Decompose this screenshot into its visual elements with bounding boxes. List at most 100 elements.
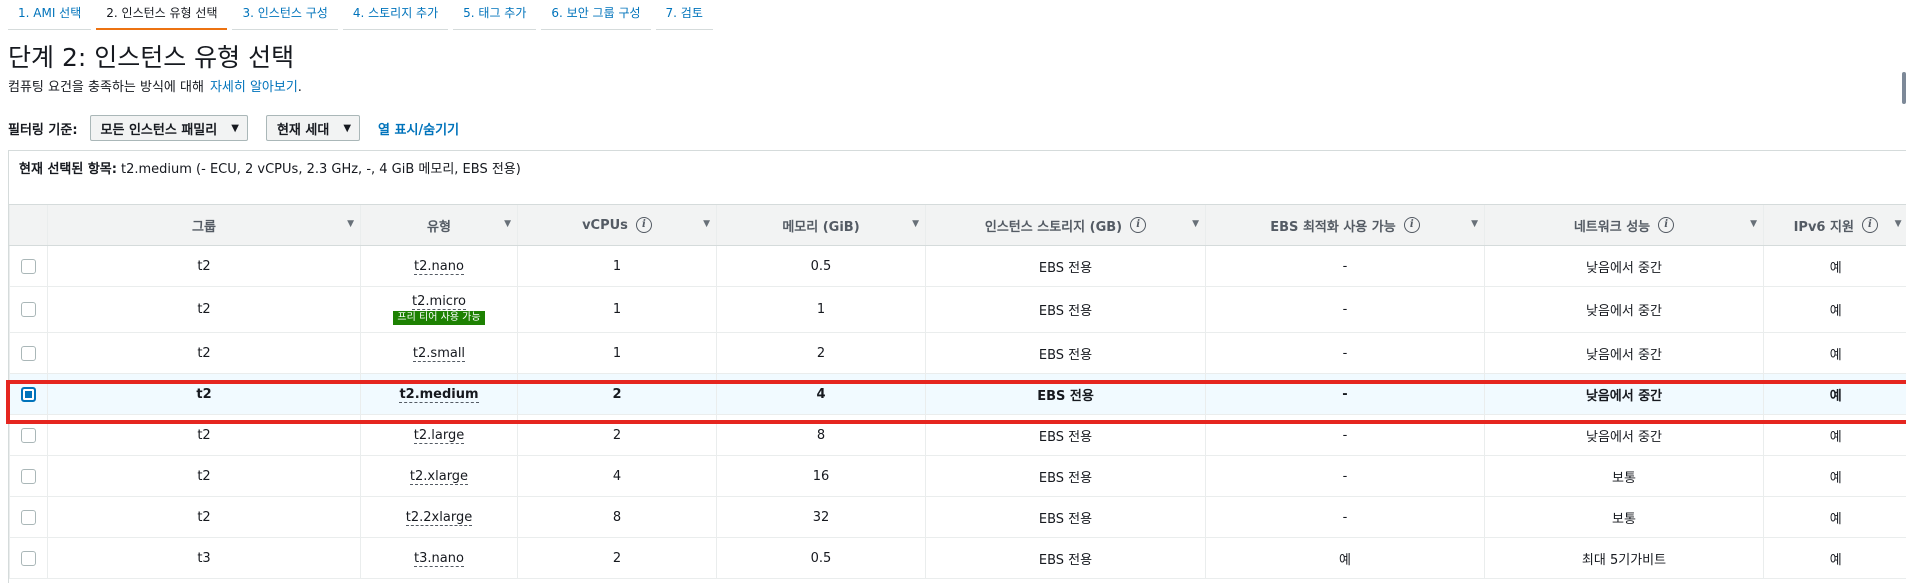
column-header-storage[interactable]: 인스턴스 스토리지 (GB)i▼ xyxy=(926,205,1206,246)
cell-memory: 0.5 xyxy=(717,538,926,579)
sort-icon[interactable]: ▼ xyxy=(1471,219,1478,229)
row-checkbox[interactable] xyxy=(21,469,36,484)
table-row[interactable]: t2 t2.xlarge 4 16 EBS 전용 - 보통 예 xyxy=(10,456,1906,497)
sort-icon[interactable]: ▼ xyxy=(703,219,710,229)
instance-family-select[interactable]: 모든 인스턴스 패밀리 ▼ xyxy=(90,115,248,141)
cell-storage: EBS 전용 xyxy=(926,333,1206,374)
page-subtitle: 컴퓨팅 요건을 충족하는 방식에 대해자세히 알아보기. xyxy=(8,76,302,95)
column-label: 네트워크 성능 xyxy=(1574,216,1650,235)
info-icon[interactable]: i xyxy=(1404,217,1420,233)
row-checkbox[interactable] xyxy=(21,428,36,443)
row-select-cell xyxy=(10,246,48,287)
instance-type-link[interactable]: t2.large xyxy=(414,428,464,444)
sort-icon[interactable]: ▼ xyxy=(347,219,354,229)
step-add-tags[interactable]: 5. 태그 추가 xyxy=(453,0,536,30)
column-label: 유형 xyxy=(427,216,451,235)
step-security-group[interactable]: 6. 보안 그룹 구성 xyxy=(541,0,650,30)
table-row[interactable]: t2 t2.2xlarge 8 32 EBS 전용 - 보통 예 xyxy=(10,497,1906,538)
table-row[interactable]: t2 t2.large 2 8 EBS 전용 - 낮음에서 중간 예 xyxy=(10,415,1906,456)
cell-group: t2 xyxy=(48,287,361,333)
column-header-network[interactable]: 네트워크 성능 i ▼ xyxy=(1485,205,1764,246)
instance-type-panel: 현재 선택된 항목:t2.medium (- ECU, 2 vCPUs, 2.3… xyxy=(8,150,1906,583)
cell-type: t2.xlarge xyxy=(361,456,518,497)
cell-storage: EBS 전용 xyxy=(926,415,1206,456)
free-tier-badge: 프리 티어 사용 가능 xyxy=(393,311,484,325)
column-header-type[interactable]: 유형 ▼ xyxy=(361,205,518,246)
cell-type: t2.2xlarge xyxy=(361,497,518,538)
step-instance-type[interactable]: 2. 인스턴스 유형 선택 xyxy=(96,0,227,30)
instance-type-link[interactable]: t3.nano xyxy=(414,551,464,567)
instance-type-link[interactable]: t2.small xyxy=(413,346,465,362)
cell-ipv6: 예 xyxy=(1764,497,1906,538)
table-row[interactable]: t3 t3.nano 2 0.5 EBS 전용 예 최대 5기가비트 예 xyxy=(10,538,1906,579)
row-select-cell xyxy=(10,415,48,456)
step-ami[interactable]: 1. AMI 선택 xyxy=(8,0,91,30)
row-checkbox[interactable] xyxy=(21,346,36,361)
instance-family-value: 모든 인스턴스 패밀리 xyxy=(101,119,218,138)
cell-vcpus: 1 xyxy=(518,287,717,333)
column-header-ipv6[interactable]: IPv6 지원 i ▼ xyxy=(1764,205,1906,246)
generation-value: 현재 세대 xyxy=(277,119,329,138)
info-icon[interactable]: i xyxy=(1658,217,1674,233)
column-label: IPv6 지원 xyxy=(1794,216,1854,235)
info-icon[interactable]: i xyxy=(1862,217,1878,233)
sort-icon[interactable]: ▼ xyxy=(504,219,511,229)
generation-select[interactable]: 현재 세대 ▼ xyxy=(266,115,360,141)
cell-storage: EBS 전용 xyxy=(926,287,1206,333)
row-select-cell xyxy=(10,287,48,333)
subtitle-text: 컴퓨팅 요건을 충족하는 방식에 대해 xyxy=(8,80,204,95)
cell-memory: 8 xyxy=(717,415,926,456)
scrollbar-thumb[interactable] xyxy=(1902,72,1906,104)
row-checkbox[interactable] xyxy=(21,510,36,525)
learn-more-link[interactable]: 자세히 알아보기 xyxy=(210,80,298,95)
cell-ipv6: 예 xyxy=(1764,246,1906,287)
cell-network: 보통 xyxy=(1485,456,1764,497)
table-row[interactable]: t2 t2.small 1 2 EBS 전용 - 낮음에서 중간 예 xyxy=(10,333,1906,374)
instance-type-link[interactable]: t2.micro xyxy=(412,294,466,310)
cell-group: t2 xyxy=(48,374,361,415)
instance-type-link[interactable]: t2.medium xyxy=(399,387,478,403)
sort-icon[interactable]: ▼ xyxy=(1750,219,1757,229)
cell-group: t2 xyxy=(48,497,361,538)
cell-network: 보통 xyxy=(1485,497,1764,538)
column-header-group[interactable]: 그룹 ▼ xyxy=(48,205,361,246)
column-header-ebs-optimized[interactable]: EBS 최적화 사용 가능 i ▼ xyxy=(1206,205,1485,246)
info-icon[interactable]: i xyxy=(1130,217,1146,233)
instance-type-link[interactable]: t2.xlarge xyxy=(410,469,468,485)
step-add-storage[interactable]: 4. 스토리지 추가 xyxy=(343,0,448,30)
column-header-vcpus[interactable]: vCPUsi▼ xyxy=(518,205,717,246)
step-configure-instance[interactable]: 3. 인스턴스 구성 xyxy=(232,0,337,30)
table-row[interactable]: t2 t2.nano 1 0.5 EBS 전용 - 낮음에서 중간 예 xyxy=(10,246,1906,287)
row-checkbox-checked[interactable] xyxy=(21,387,36,402)
cell-storage: EBS 전용 xyxy=(926,538,1206,579)
info-icon[interactable]: i xyxy=(636,217,652,233)
row-select-cell xyxy=(10,333,48,374)
step-review[interactable]: 7. 검토 xyxy=(656,0,713,30)
cell-memory: 2 xyxy=(717,333,926,374)
table-row-selected[interactable]: t2 t2.medium 2 4 EBS 전용 - 낮음에서 중간 예 xyxy=(10,374,1906,415)
sort-icon[interactable]: ▼ xyxy=(1895,219,1902,229)
column-label: 메모리 (GiB) xyxy=(782,216,859,235)
table-row[interactable]: t2 t2.micro프리 티어 사용 가능 1 1 EBS 전용 - 낮음에서… xyxy=(10,287,1906,333)
cell-memory: 16 xyxy=(717,456,926,497)
selected-summary: 현재 선택된 항목:t2.medium (- ECU, 2 vCPUs, 2.3… xyxy=(9,151,1906,204)
column-label: 그룹 xyxy=(192,216,216,235)
row-checkbox[interactable] xyxy=(21,302,36,317)
cell-type: t2.micro프리 티어 사용 가능 xyxy=(361,287,518,333)
instance-type-link[interactable]: t2.nano xyxy=(414,259,464,275)
column-label: EBS 최적화 사용 가능 xyxy=(1270,216,1395,235)
sort-icon[interactable]: ▼ xyxy=(912,219,919,229)
cell-storage: EBS 전용 xyxy=(926,246,1206,287)
chevron-down-icon: ▼ xyxy=(231,123,239,134)
show-hide-columns-link[interactable]: 열 표시/숨기기 xyxy=(378,119,459,138)
sort-icon[interactable]: ▼ xyxy=(1192,219,1199,229)
cell-type: t2.large xyxy=(361,415,518,456)
column-header-memory[interactable]: 메모리 (GiB) ▼ xyxy=(717,205,926,246)
cell-ebs: - xyxy=(1206,374,1485,415)
cell-network: 낮음에서 중간 xyxy=(1485,333,1764,374)
row-select-cell xyxy=(10,538,48,579)
row-checkbox[interactable] xyxy=(21,259,36,274)
row-checkbox[interactable] xyxy=(21,551,36,566)
page-title: 단계 2: 인스턴스 유형 선택 xyxy=(8,38,294,74)
instance-type-link[interactable]: t2.2xlarge xyxy=(406,510,472,526)
